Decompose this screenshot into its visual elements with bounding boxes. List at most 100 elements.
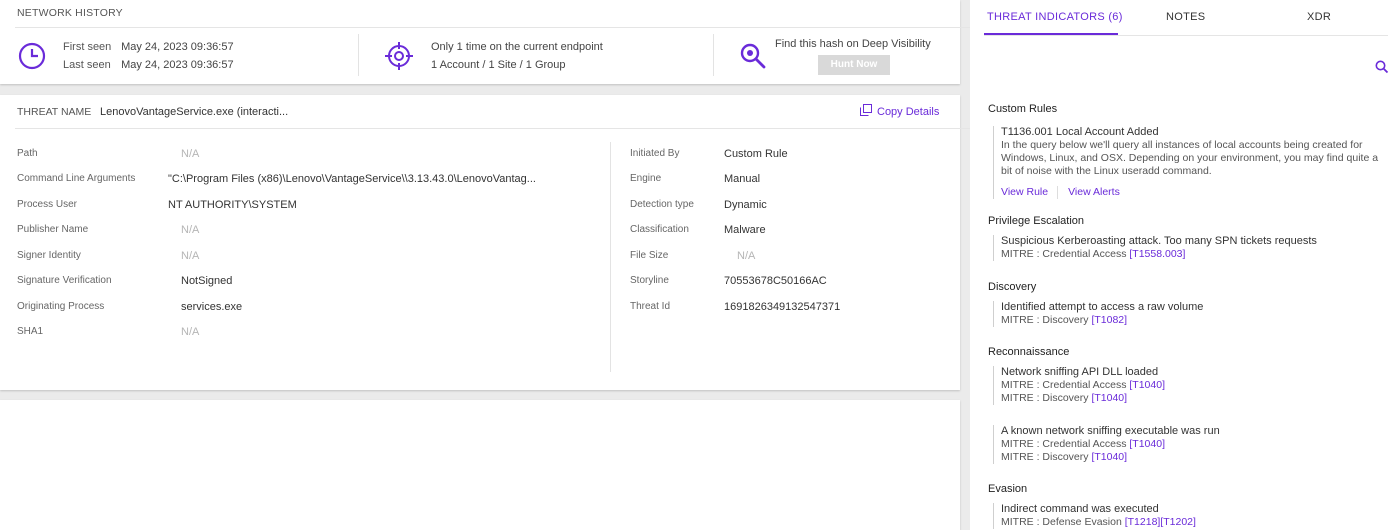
first-seen-label: First seen [63,41,112,53]
indicator-title: Suspicious Kerberoasting attack. Too man… [1001,235,1317,247]
mitre-technique-link[interactable]: [T1040] [1129,438,1165,450]
threat-details-card [0,95,960,390]
section-title: Reconnaissance [988,346,1070,358]
rule-title: T1136.001 Local Account Added [1001,126,1159,138]
active-tab-indicator [984,33,1118,35]
mitre-row: MITRE : Discovery [T1082] [1001,314,1388,327]
hunt-now-button[interactable]: Hunt Now [818,55,890,75]
field-label: Engine [630,173,662,184]
field-label: Threat Id [630,301,671,312]
indicator-title: Indirect command was executed [1001,503,1159,515]
rule-links: View Rule View Alerts [1001,186,1388,199]
tab-threat-indicators[interactable]: THREAT INDICATORS (6) [987,11,1123,23]
mitre-technique-link[interactable]: [T1040] [1091,451,1127,463]
indicator-title: Network sniffing API DLL loaded [1001,366,1159,378]
field-label: Process User [17,199,78,210]
custom-rule-item: T1136.001 Local Account Added In the que… [993,126,1388,199]
tabs-baseline [984,35,1388,36]
crosshair-icon [384,41,414,71]
indicator-item: Network sniffing API DLL loaded MITRE : C… [993,366,1388,405]
field-label: Storyline [630,275,669,286]
mitre-technique-link[interactable]: [T1040] [1129,379,1165,391]
field-value: N/A [181,224,200,236]
scope-text: 1 Account / 1 Site / 1 Group [431,59,566,71]
field-value: N/A [181,148,200,160]
mitre-row: MITRE : Credential Access [T1040] [1001,379,1388,392]
search-icon[interactable] [1375,60,1389,79]
field-value: N/A [181,326,200,338]
field-value: services.exe [181,301,243,313]
mitre-tactic: MITRE : Discovery [1001,314,1092,326]
mitre-row: MITRE : Discovery [T1040] [1001,392,1388,405]
mitre-tactic: MITRE : Credential Access [1001,379,1130,391]
last-seen-value: May 24, 2023 09:36:57 [121,59,234,71]
divider [713,34,714,76]
field-value: NotSigned [181,275,233,287]
field-label: File Size [630,250,669,261]
mitre-technique-link[interactable]: [T1202] [1160,516,1196,528]
section-title-custom-rules: Custom Rules [988,103,1058,115]
tab-xdr[interactable]: XDR [1307,11,1331,23]
mitre-row: MITRE : Discovery [T1040] [1001,451,1388,464]
field-label: Classification [630,224,689,235]
view-rule-link[interactable]: View Rule [1001,186,1059,199]
section-title: Discovery [988,281,1037,293]
copy-details-label: Copy Details [877,105,940,118]
field-value: N/A [737,250,756,262]
copy-icon [860,104,872,119]
mitre-technique-link[interactable]: [T1218] [1125,516,1161,528]
field-label: Path [17,148,38,159]
field-value: Manual [724,173,761,185]
mitre-technique-link[interactable]: [T1558.003] [1129,248,1185,260]
indicator-item: Indirect command was executed MITRE : Def… [993,503,1388,529]
find-hash-text: Find this hash on Deep Visibility [775,38,931,50]
mitre-row: MITRE : Defense Evasion [T1218][T1202] [1001,516,1388,529]
mitre-tactic: MITRE : Discovery [1001,451,1092,463]
field-value: N/A [181,250,200,262]
field-value: 1691826349132547371 [724,301,841,313]
mitre-technique-link[interactable]: [T1082] [1091,314,1127,326]
threat-name-label: THREAT NAME [17,106,92,118]
field-value: NT AUTHORITY\SYSTEM [168,199,297,211]
field-label: Publisher Name [17,224,89,235]
search-icon [738,41,768,71]
clock-icon [17,41,47,71]
field-label: Originating Process [17,301,105,312]
field-value: Dynamic [724,199,767,211]
last-seen-label: Last seen [63,59,111,71]
field-label: Detection type [630,199,694,210]
mitre-tactic: MITRE : Discovery [1001,392,1092,404]
field-label: Signer Identity [17,250,81,261]
divider [358,34,359,76]
indicator-item: Identified attempt to access a raw volum… [993,301,1388,327]
tab-notes[interactable]: NOTES [1166,11,1205,23]
indicator-item: A known network sniffing executable was … [993,425,1388,464]
field-value: "C:\Program Files (x86)\Lenovo\VantageSe… [168,173,536,185]
mitre-tactic: MITRE : Credential Access [1001,248,1130,260]
endpoint-count-text: Only 1 time on the current endpoint [431,41,603,53]
indicator-item: Suspicious Kerberoasting attack. Too man… [993,235,1388,261]
first-seen-row: First seen May 24, 2023 09:36:57 [63,41,234,53]
network-history-title: NETWORK HISTORY [17,7,123,19]
field-label: Initiated By [630,148,680,159]
empty-card [0,400,960,530]
mitre-tactic: MITRE : Credential Access [1001,438,1130,450]
rule-description: In the query below we'll query all insta… [1001,139,1379,177]
view-alerts-link[interactable]: View Alerts [1068,186,1120,199]
field-value: Malware [724,224,766,236]
field-label: Command Line Arguments [17,173,136,184]
mitre-row: MITRE : Credential Access [T1040] [1001,438,1388,451]
indicator-title: Identified attempt to access a raw volum… [1001,301,1204,313]
mitre-technique-link[interactable]: [T1040] [1091,392,1127,404]
section-title: Privilege Escalation [988,215,1084,227]
field-label: Signature Verification [17,275,112,286]
mitre-row: MITRE : Credential Access [T1558.003] [1001,248,1388,261]
mitre-tactic: MITRE : Defense Evasion [1001,516,1125,528]
first-seen-value: May 24, 2023 09:36:57 [121,41,234,53]
field-value: Custom Rule [724,148,788,160]
indicator-title: A known network sniffing executable was … [1001,425,1220,437]
field-value: 70553678C50166AC [724,275,827,287]
column-divider [610,142,611,372]
field-label: SHA1 [17,326,44,337]
copy-details-button[interactable]: Copy Details [860,104,939,119]
